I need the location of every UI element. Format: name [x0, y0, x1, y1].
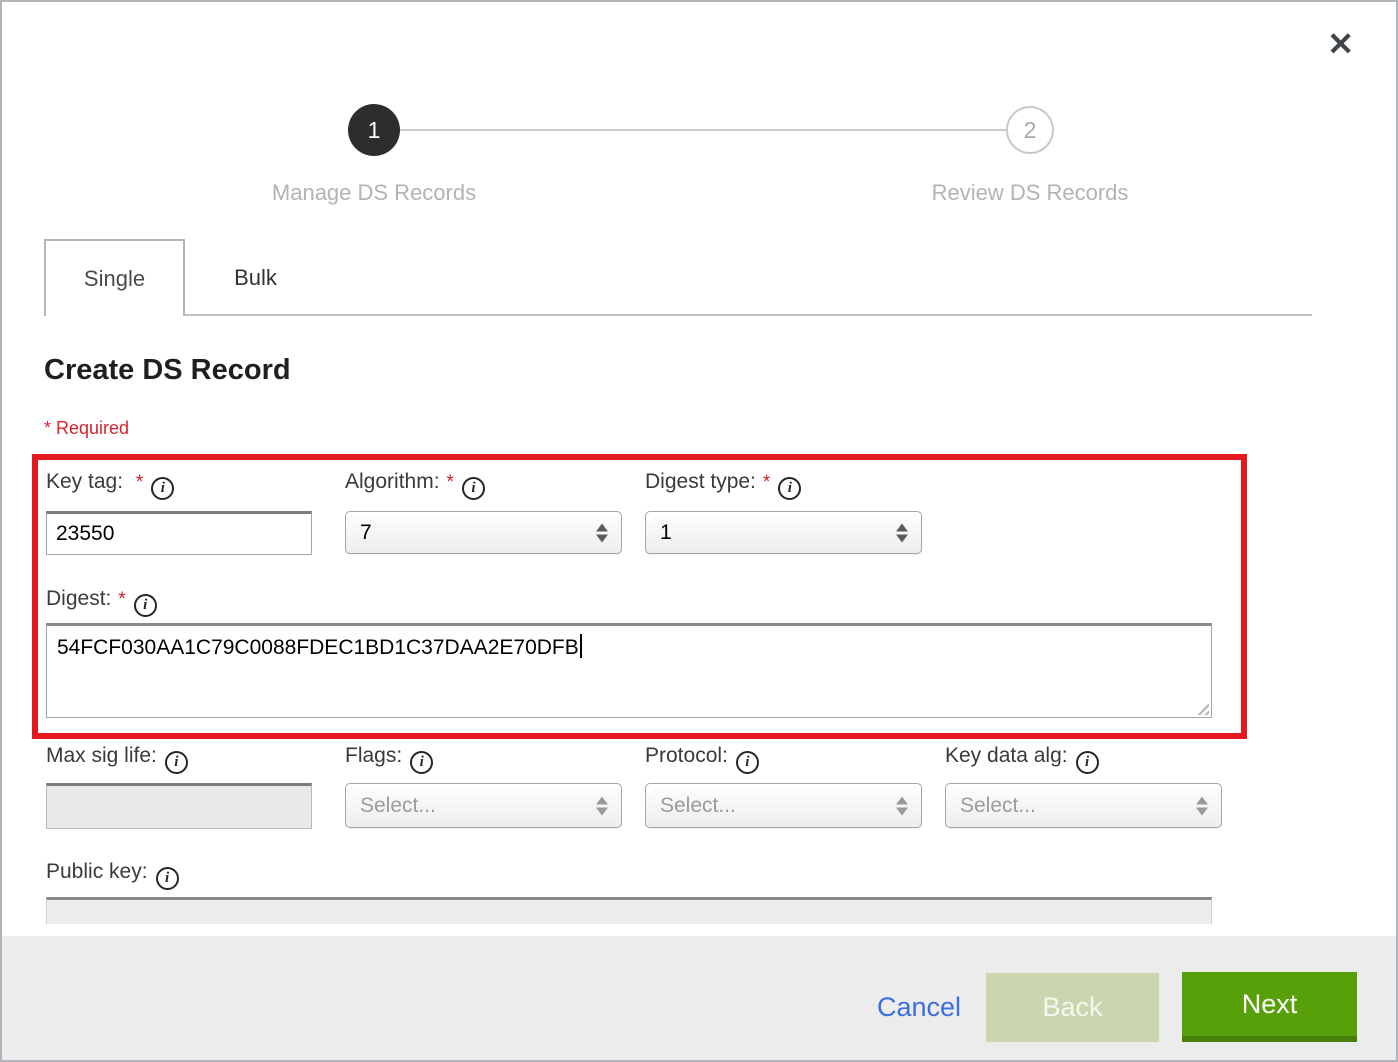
step-2-label: Review DS Records: [820, 180, 1240, 206]
required-note: * Required: [44, 418, 129, 439]
algorithm-label: Algorithm:*i: [345, 470, 485, 500]
max-sig-life-input[interactable]: [46, 783, 312, 829]
required-asterisk: *: [136, 472, 143, 493]
algorithm-select[interactable]: 7: [345, 511, 622, 554]
protocol-label: Protocol:i: [645, 744, 759, 774]
required-asterisk: *: [763, 472, 770, 493]
key-data-alg-label: Key data alg:i: [945, 744, 1099, 774]
step-1-label: Manage DS Records: [164, 180, 584, 206]
protocol-select[interactable]: Select...: [645, 783, 922, 828]
key-tag-label: Key tag: *i: [46, 470, 174, 500]
info-icon[interactable]: i: [134, 594, 157, 617]
flags-select[interactable]: Select...: [345, 783, 622, 828]
digest-label: Digest:*i: [46, 587, 157, 617]
info-icon[interactable]: i: [1076, 751, 1099, 774]
digest-type-select[interactable]: 1: [645, 511, 922, 554]
select-arrows-icon: [596, 796, 608, 815]
info-icon[interactable]: i: [736, 751, 759, 774]
tab-bulk-label: Bulk: [234, 265, 277, 291]
resize-handle-icon[interactable]: [1194, 700, 1209, 715]
page-title: Create DS Record: [44, 354, 291, 387]
select-arrows-icon: [1196, 796, 1208, 815]
tab-single[interactable]: Single: [44, 239, 185, 316]
digest-value: 54FCF030AA1C79C0088FDEC1BD1C37DAA2E70DFB: [57, 636, 579, 659]
public-key-label: Public key:i: [46, 860, 179, 890]
flags-label: Flags:i: [345, 744, 433, 774]
digest-type-selected-value: 1: [660, 521, 672, 545]
digest-type-label: Digest type:*i: [645, 470, 801, 500]
step-2-number: 2: [1024, 117, 1037, 144]
info-icon[interactable]: i: [410, 751, 433, 774]
key-data-alg-select[interactable]: Select...: [945, 783, 1222, 828]
next-button[interactable]: Next: [1182, 972, 1357, 1042]
close-icon[interactable]: ✕: [1327, 28, 1354, 60]
cancel-button[interactable]: Cancel: [877, 992, 961, 1023]
max-sig-life-label: Max sig life:i: [46, 744, 188, 774]
create-ds-record-dialog: ✕ 1 2 Manage DS Records Review DS Record…: [0, 0, 1398, 1062]
info-icon[interactable]: i: [151, 477, 174, 500]
tab-bulk[interactable]: Bulk: [185, 239, 326, 316]
required-asterisk: *: [118, 589, 125, 610]
info-icon[interactable]: i: [156, 867, 179, 890]
info-icon[interactable]: i: [778, 477, 801, 500]
flags-selected-value: Select...: [360, 794, 436, 818]
step-1-number: 1: [368, 117, 381, 144]
protocol-selected-value: Select...: [660, 794, 736, 818]
tabs-underline: [185, 314, 1312, 316]
select-arrows-icon: [896, 523, 908, 542]
key-data-alg-selected-value: Select...: [960, 794, 1036, 818]
public-key-textarea[interactable]: [46, 897, 1212, 924]
required-asterisk: *: [447, 472, 454, 493]
step-2-circle: 2: [1006, 106, 1054, 154]
algorithm-selected-value: 7: [360, 521, 372, 545]
select-arrows-icon: [596, 523, 608, 542]
stepper-connector-line: [388, 129, 1020, 131]
select-arrows-icon: [896, 796, 908, 815]
step-1-circle: 1: [348, 104, 400, 156]
info-icon[interactable]: i: [462, 477, 485, 500]
back-button[interactable]: Back: [986, 973, 1159, 1042]
key-tag-input[interactable]: [46, 511, 312, 555]
info-icon[interactable]: i: [165, 751, 188, 774]
tab-single-label: Single: [84, 266, 145, 292]
digest-textarea[interactable]: 54FCF030AA1C79C0088FDEC1BD1C37DAA2E70DFB: [46, 623, 1212, 718]
text-caret: [580, 634, 582, 658]
